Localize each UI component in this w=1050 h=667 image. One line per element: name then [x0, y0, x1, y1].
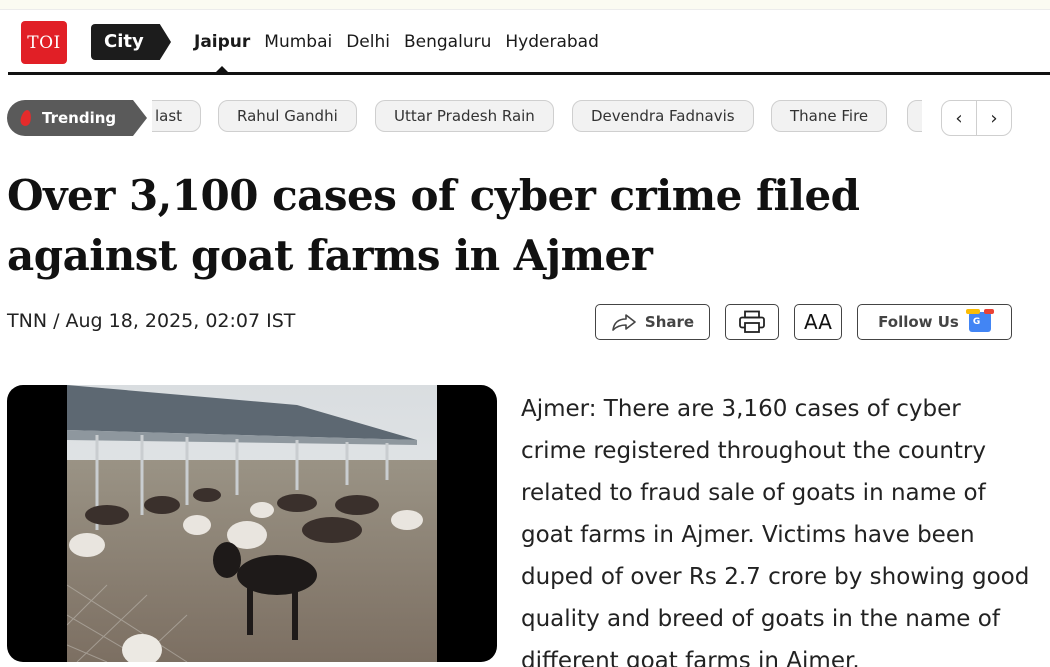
city-link-jaipur[interactable]: Jaipur [194, 32, 250, 72]
city-navbar: TOI City Jaipur Mumbai Delhi Bengaluru H… [8, 13, 1050, 75]
trending-scroll-controls: ‹ › [941, 100, 1012, 136]
goat-farm-image [67, 385, 437, 662]
share-arrow-icon [612, 314, 636, 331]
chevron-right-icon[interactable]: › [976, 101, 1011, 135]
print-button[interactable] [725, 304, 779, 340]
article-body: Ajmer: There are 3,160 cases of cyber cr… [521, 396, 1030, 667]
trending-label: Trending [7, 100, 147, 136]
trending-chip[interactable]: Devendra Fadnavis [572, 100, 754, 132]
city-links: Jaipur Mumbai Delhi Bengaluru Hyderabad [194, 32, 599, 72]
trending-topics: last Rahul Gandhi Uttar Pradesh Rain Dev… [152, 100, 922, 134]
trending-text: Trending [42, 109, 117, 127]
toi-logo[interactable]: TOI [21, 21, 67, 64]
fire-icon [19, 109, 33, 127]
follow-us-button[interactable]: Follow Us G [857, 304, 1012, 340]
city-link-bengaluru[interactable]: Bengaluru [404, 32, 491, 52]
font-size-button[interactable]: AA [794, 304, 842, 340]
google-news-icon: G [965, 309, 994, 332]
follow-us-label: Follow Us [878, 313, 959, 331]
share-button[interactable]: Share [595, 304, 710, 340]
city-link-hyderabad[interactable]: Hyderabad [505, 32, 599, 52]
trending-chip[interactable]: Thane Fire [771, 100, 888, 132]
article-video[interactable] [7, 385, 497, 662]
trending-chip[interactable]: last [152, 100, 202, 132]
share-label: Share [644, 313, 695, 331]
trending-chip-partial[interactable] [907, 100, 922, 132]
trending-chip[interactable]: Rahul Gandhi [218, 100, 357, 132]
trending-chip[interactable]: Uttar Pradesh Rain [375, 100, 554, 132]
chevron-left-icon[interactable]: ‹ [942, 101, 976, 135]
section-city-tab[interactable]: City [91, 24, 171, 60]
article-headline: Over 3,100 cases of cyber crime filed ag… [7, 171, 860, 280]
article-byline: TNN / Aug 18, 2025, 02:07 IST [7, 310, 296, 332]
browser-top-strip [0, 0, 1050, 10]
city-link-delhi[interactable]: Delhi [346, 32, 390, 52]
printer-icon [739, 310, 765, 333]
google-news-badge: G [972, 317, 981, 327]
city-link-mumbai[interactable]: Mumbai [264, 32, 332, 52]
